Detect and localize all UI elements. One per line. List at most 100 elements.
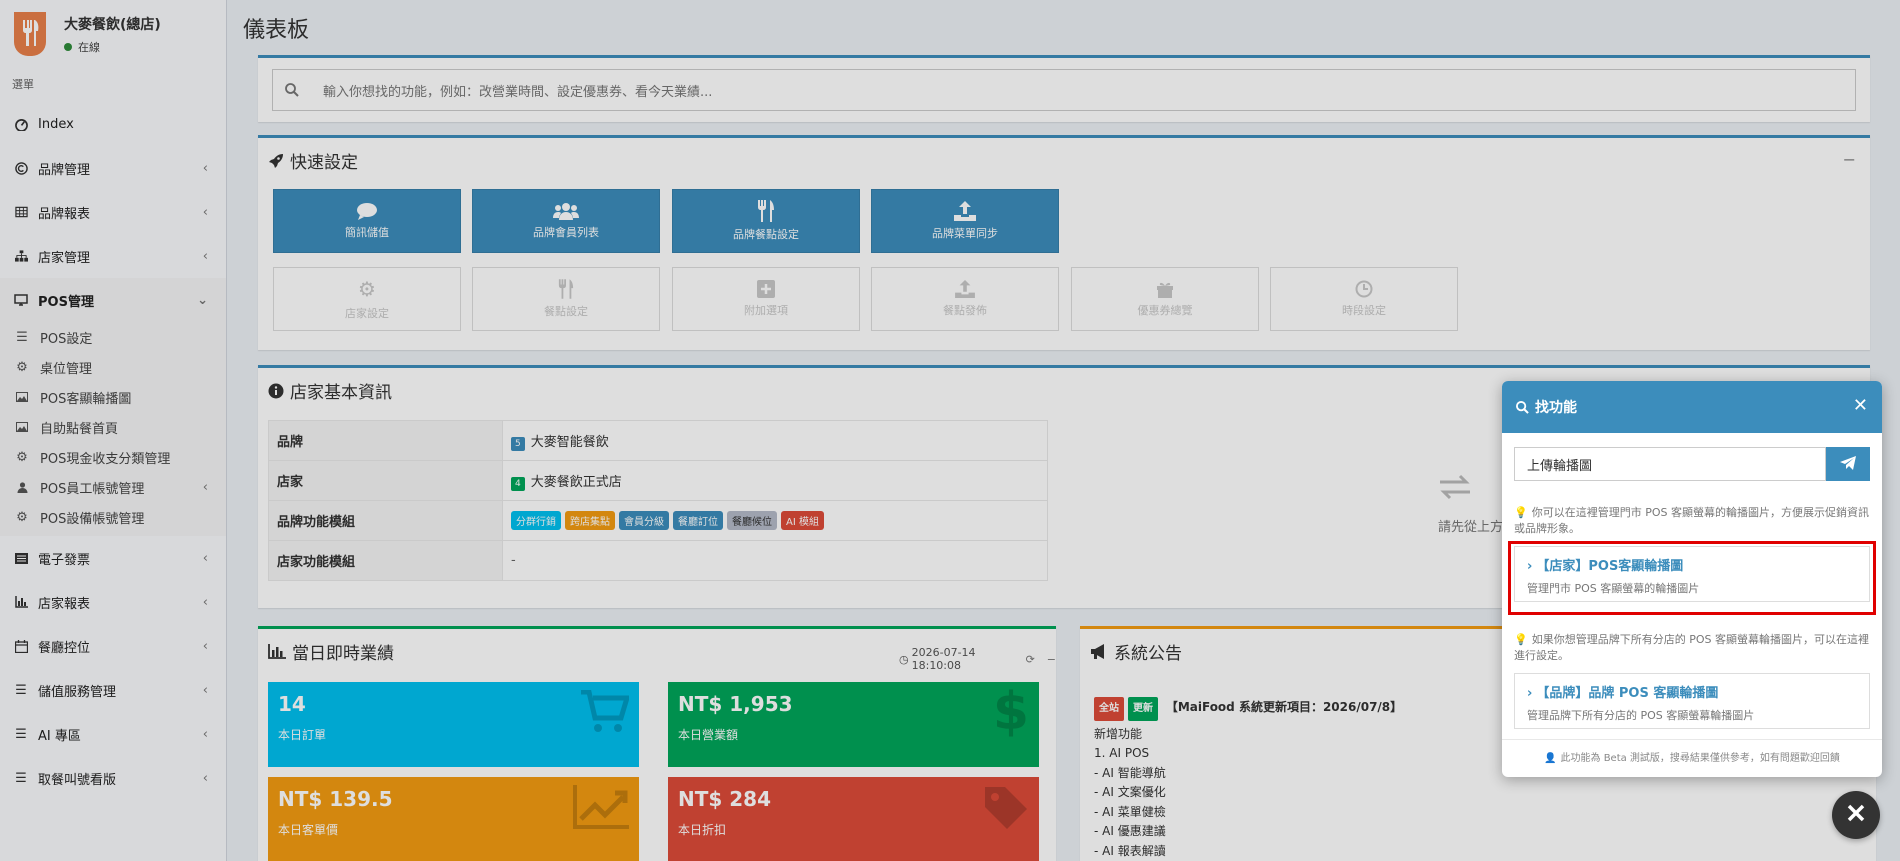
module-tag: 餐廳訂位 bbox=[673, 511, 723, 530]
brand-logo bbox=[14, 12, 46, 56]
collapse-button[interactable]: − bbox=[1843, 150, 1856, 169]
submenu-item-cash-category[interactable]: ⚙ POS現金收支分類管理 bbox=[0, 442, 226, 472]
page-title: 儀表板 bbox=[243, 18, 310, 43]
info-key: 店家 bbox=[268, 460, 503, 501]
table-row: 品牌 5 大麥智能餐飲 bbox=[268, 420, 1048, 461]
stat-today-discount: NT$ 284 本日折扣 bbox=[668, 777, 1039, 861]
quick-btn-brand-menu[interactable]: 品牌餐點設定 bbox=[672, 189, 860, 253]
finder-footer: 👤 此功能為 Beta 測試版，搜尋結果僅供參考，如有問題歡迎回饋 bbox=[1502, 739, 1882, 777]
chevron-left-icon: ‹ bbox=[202, 682, 208, 698]
chevron-down-icon: ⌄ bbox=[197, 292, 208, 308]
sidebar-item-label: 儲值服務管理 bbox=[38, 684, 117, 700]
chevron-left-icon: ‹ bbox=[202, 726, 208, 742]
stat-label: 本日折扣 bbox=[678, 823, 727, 837]
close-icon[interactable]: ✕ bbox=[1853, 395, 1868, 416]
swap-icon bbox=[1438, 473, 1472, 505]
submenu-label: 桌位管理 bbox=[40, 361, 93, 377]
submenu-item-self-order-home[interactable]: 自助點餐首頁 bbox=[0, 412, 226, 442]
line-chart-icon bbox=[573, 785, 629, 833]
dashboard-icon bbox=[14, 117, 28, 131]
quick-btn-label: 店家設定 bbox=[345, 307, 389, 320]
sidebar-item-store-reports[interactable]: 店家報表 ‹ bbox=[0, 580, 226, 624]
refresh-icon[interactable]: ⟳ bbox=[1026, 653, 1035, 666]
sidebar-item-brand-reports[interactable]: 品牌報表 ‹ bbox=[0, 190, 226, 234]
stat-label: 本日訂單 bbox=[278, 728, 327, 742]
bars-icon: ☰ bbox=[16, 329, 28, 345]
sidebar-item-index[interactable]: Index bbox=[0, 102, 226, 146]
finder-title: 找功能 bbox=[1535, 400, 1577, 416]
submenu-item-pos-carousel[interactable]: POS客顯輪播圖 bbox=[0, 382, 226, 412]
user-icon: 👤 bbox=[1544, 753, 1557, 764]
finder-search-input[interactable] bbox=[1514, 447, 1826, 481]
sidebar-item-label: 餐廳控位 bbox=[38, 640, 91, 656]
sidebar-item-label: 店家報表 bbox=[38, 596, 91, 612]
pos-submenu: ☰ POS設定 ⚙ 桌位管理 POS客顯輪播圖 自助點餐首頁 ⚙ POS現金收支分類管… bbox=[0, 322, 226, 536]
collapse-button[interactable]: − bbox=[1047, 653, 1056, 666]
footer-text: 此功能為 Beta 測試版，搜尋結果僅供參考，如有問題歡迎回饋 bbox=[1560, 753, 1840, 764]
close-icon bbox=[1847, 804, 1865, 826]
sidebar-item-ai-zone[interactable]: ☰ AI 專區 ‹ bbox=[0, 712, 226, 756]
bar-chart-icon bbox=[14, 595, 28, 609]
quick-btn-sms-topup[interactable]: 簡訊儲值 bbox=[273, 189, 461, 253]
function-search-input[interactable]: 輸入你想找的功能，例如：改營業時間、設定優惠券、看今天業績... bbox=[272, 69, 1856, 111]
info-value: 4 大麥餐飲正式店 bbox=[502, 460, 1048, 501]
module-tag: 會員分級 bbox=[619, 511, 669, 530]
search-icon bbox=[1516, 400, 1529, 414]
chevron-right-icon: › bbox=[1527, 686, 1533, 701]
stat-avg-ticket: NT$ 139.5 本日客單價 bbox=[268, 777, 639, 861]
stat-value: 14 bbox=[278, 692, 306, 716]
sidebar-item-e-invoice[interactable]: 電子發票 ‹ bbox=[0, 536, 226, 580]
result-title-text: 【品牌】品牌 POS 客顯輪播圖 bbox=[1536, 686, 1719, 701]
sidebar-item-brand-management[interactable]: 品牌管理 ‹ bbox=[0, 146, 226, 190]
gear-icon: ⚙ bbox=[16, 359, 28, 375]
table-row: 品牌功能模組 分群行銷 跨店集點 會員分級 餐廳訂位 餐廳候位 AI 模組 bbox=[268, 500, 1048, 541]
submenu-item-table-management[interactable]: ⚙ 桌位管理 bbox=[0, 352, 226, 382]
submenu-item-device-accounts[interactable]: ⚙ POS設備帳號管理 bbox=[0, 502, 226, 532]
gift-icon bbox=[1156, 280, 1174, 298]
sidebar-item-label: POS管理 bbox=[38, 294, 94, 310]
sidebar-item-pickup-board[interactable]: ☰ 取餐叫號看版 ‹ bbox=[0, 756, 226, 800]
store-info-table: 品牌 5 大麥智能餐飲 店家 4 大麥餐飲正式店 品牌功能模組 分群行銷 跨店集點 會員… bbox=[268, 420, 1048, 581]
table-row: 店家功能模組 - bbox=[268, 540, 1048, 581]
dollar-icon: $ bbox=[992, 682, 1029, 742]
quick-settings-title-text: 快速設定 bbox=[290, 153, 358, 173]
submenu-item-staff-accounts[interactable]: POS員工帳號管理 ‹ bbox=[0, 472, 226, 502]
stat-value: NT$ 1,953 bbox=[678, 692, 793, 716]
quick-btn-period-settings: 時段設定 bbox=[1270, 267, 1458, 331]
store-value: 大麥餐飲正式店 bbox=[530, 474, 622, 490]
upload-icon bbox=[954, 201, 976, 221]
gear-icon: ⚙ bbox=[16, 509, 28, 525]
search-icon bbox=[285, 83, 299, 97]
finder-hint-store: 💡 你可以在這裡管理門市 POS 客顯螢幕的輪播圖片，方便展示促銷資訊或品牌形象。 bbox=[1514, 505, 1870, 537]
bullhorn-icon bbox=[1090, 644, 1108, 659]
paper-plane-icon bbox=[1840, 455, 1856, 474]
info-value: 5 大麥智能餐飲 bbox=[502, 420, 1048, 461]
lightbulb-icon: 💡 bbox=[1514, 633, 1528, 646]
quick-btn-label: 品牌菜單同步 bbox=[932, 227, 998, 240]
announcement-title-text: 系統公告 bbox=[1114, 644, 1182, 664]
sidebar-item-store-management[interactable]: 店家管理 ‹ bbox=[0, 234, 226, 278]
quick-btn-member-list[interactable]: 品牌會員列表 bbox=[472, 189, 660, 253]
status-text: 在線 bbox=[78, 40, 100, 54]
finder-toggle-button[interactable] bbox=[1832, 791, 1880, 839]
finder-header: 找功能 ✕ bbox=[1502, 381, 1882, 433]
info-key: 店家功能模組 bbox=[268, 540, 503, 581]
submenu-item-pos-settings[interactable]: ☰ POS設定 bbox=[0, 322, 226, 352]
chevron-left-icon: ‹ bbox=[202, 550, 208, 566]
sidebar-item-seat-control[interactable]: 餐廳控位 ‹ bbox=[0, 624, 226, 668]
quick-btn-label: 時段設定 bbox=[1342, 304, 1386, 317]
info-value: - bbox=[502, 540, 1048, 581]
clock-icon bbox=[1355, 280, 1373, 298]
chevron-left-icon: ‹ bbox=[202, 204, 208, 220]
sidebar-item-label: 品牌管理 bbox=[38, 162, 91, 178]
cart-icon bbox=[581, 689, 631, 738]
quick-btn-menu-sync[interactable]: 品牌菜單同步 bbox=[871, 189, 1059, 253]
result-brand-pos-carousel[interactable]: › 【品牌】品牌 POS 客顯輪播圖 管理品牌下所有分店的 POS 客顯螢幕輪播圖… bbox=[1514, 673, 1870, 729]
sidebar-item-pos-management[interactable]: POS管理 ⌄ bbox=[0, 278, 226, 322]
module-tag: 跨店集點 bbox=[565, 511, 615, 530]
sidebar-item-stored-value[interactable]: ☰ 儲值服務管理 ‹ bbox=[0, 668, 226, 712]
info-key: 品牌功能模組 bbox=[268, 500, 503, 541]
image-icon bbox=[16, 422, 28, 432]
send-button[interactable] bbox=[1826, 447, 1870, 481]
utensils-icon bbox=[558, 279, 574, 299]
